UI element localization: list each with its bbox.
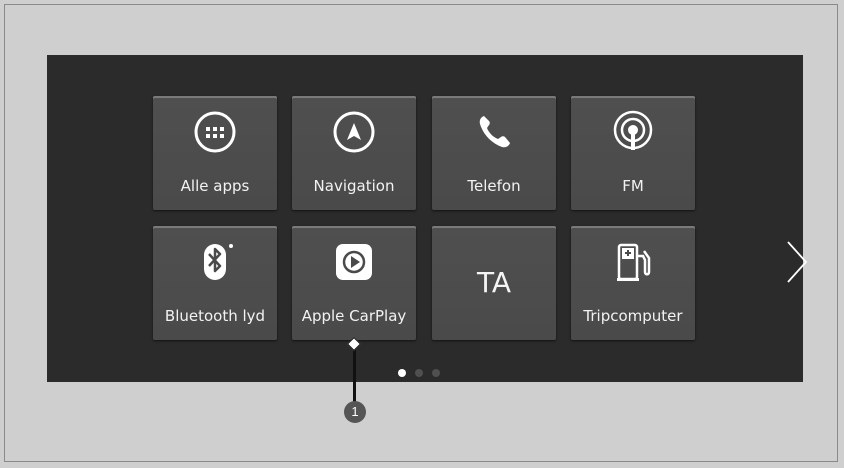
apps-grid-icon xyxy=(193,110,237,158)
tile-fm[interactable]: FM xyxy=(571,96,695,210)
bluetooth-icon xyxy=(193,240,237,288)
fuel-pump-icon xyxy=(611,240,655,288)
carplay-icon xyxy=(332,240,376,288)
tile-apple-carplay[interactable]: Apple CarPlay xyxy=(292,226,416,340)
tile-label: Bluetooth lyd xyxy=(164,307,266,325)
radio-icon xyxy=(611,110,655,158)
navigation-icon xyxy=(332,110,376,158)
chevron-right-icon[interactable] xyxy=(785,240,809,288)
tile-bluetooth-audio[interactable]: Bluetooth lyd xyxy=(153,226,277,340)
tile-label: TA xyxy=(476,266,512,299)
tile-ta[interactable]: TA xyxy=(432,226,556,340)
page-dot-active xyxy=(398,369,406,377)
tile-label: Telefon xyxy=(467,177,521,195)
phone-icon xyxy=(472,110,516,158)
page-dot xyxy=(415,369,423,377)
page-dot xyxy=(432,369,440,377)
tile-label: Alle apps xyxy=(180,177,250,195)
callout-line xyxy=(353,346,356,402)
tile-navigation[interactable]: Navigation xyxy=(292,96,416,210)
page-indicator xyxy=(398,362,449,381)
tile-phone[interactable]: Telefon xyxy=(432,96,556,210)
tile-trip-computer[interactable]: Tripcomputer xyxy=(571,226,695,340)
tile-label: Navigation xyxy=(313,177,395,195)
tile-label: Tripcomputer xyxy=(583,307,683,325)
callout-number: 1 xyxy=(344,401,366,423)
tile-label: FM xyxy=(622,177,644,195)
tile-label: Apple CarPlay xyxy=(301,307,407,325)
tile-all-apps[interactable]: Alle apps xyxy=(153,96,277,210)
infotainment-screen: Alle apps Navigation Telefon FM Bluetoot… xyxy=(47,55,808,382)
